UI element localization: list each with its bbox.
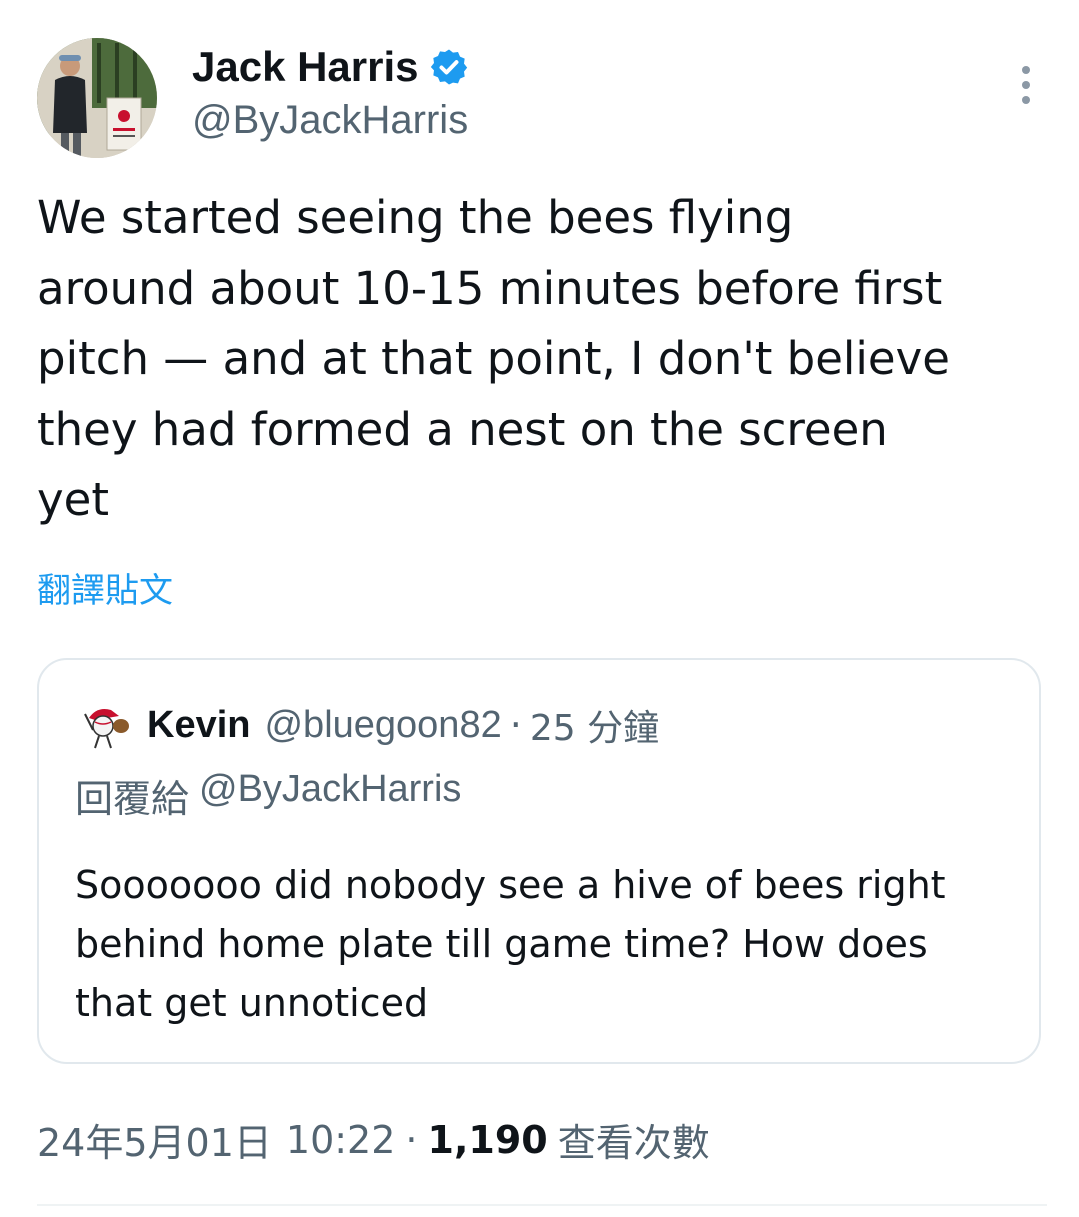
tweet-meta: 24年5月01日 10:22 · 1,190 查看次數 <box>37 1112 710 1167</box>
quoted-tweet-time[interactable]: 25 分鐘 <box>530 699 659 751</box>
quoted-header-separator: · <box>509 703 522 747</box>
author-avatar[interactable] <box>37 38 157 158</box>
author-display-name[interactable]: Jack Harris <box>192 43 419 91</box>
reply-prefix: 回覆給 <box>75 777 190 821</box>
reply-mention[interactable]: @ByJackHarris <box>199 768 461 823</box>
quoted-reply-context: 回覆給 @ByJackHarris <box>75 768 461 823</box>
tweet-header: Jack Harris @ByJackHarris <box>37 38 1047 158</box>
quoted-author-avatar[interactable] <box>75 696 133 754</box>
quoted-author-display-name[interactable]: Kevin <box>147 704 250 747</box>
meta-separator: · <box>405 1117 418 1162</box>
author-name-row: Jack Harris <box>192 42 469 92</box>
translate-post-link[interactable]: 翻譯貼文 <box>37 563 173 612</box>
quoted-tweet-text: Sooooooo did nobody see a hive of bees r… <box>75 863 946 1025</box>
views-label: 查看次數 <box>557 1121 710 1165</box>
author-name-block: Jack Harris @ByJackHarris <box>192 42 469 143</box>
divider <box>37 1204 1047 1206</box>
views-count[interactable]: 1,190 <box>428 1118 548 1162</box>
quoted-tweet-header: Kevin @bluegoon82 · 25 分鐘 <box>75 696 659 754</box>
author-handle[interactable]: @ByJackHarris <box>192 98 469 143</box>
verified-badge-icon <box>430 49 467 85</box>
tweet-date[interactable]: 24年5月01日 <box>37 1112 272 1167</box>
more-options-icon[interactable] <box>1019 66 1033 106</box>
avatar-photo-icon <box>37 38 157 158</box>
quoted-author-handle[interactable]: @bluegoon82 <box>264 704 501 747</box>
tweet-text: We started seeing the bees flying around… <box>37 191 950 526</box>
quoted-tweet-card[interactable]: Kevin @bluegoon82 · 25 分鐘 回覆給 @ByJackHar… <box>37 658 1041 1064</box>
tweet-time[interactable]: 10:22 <box>286 1118 396 1162</box>
baseball-mascot-icon <box>75 696 133 754</box>
